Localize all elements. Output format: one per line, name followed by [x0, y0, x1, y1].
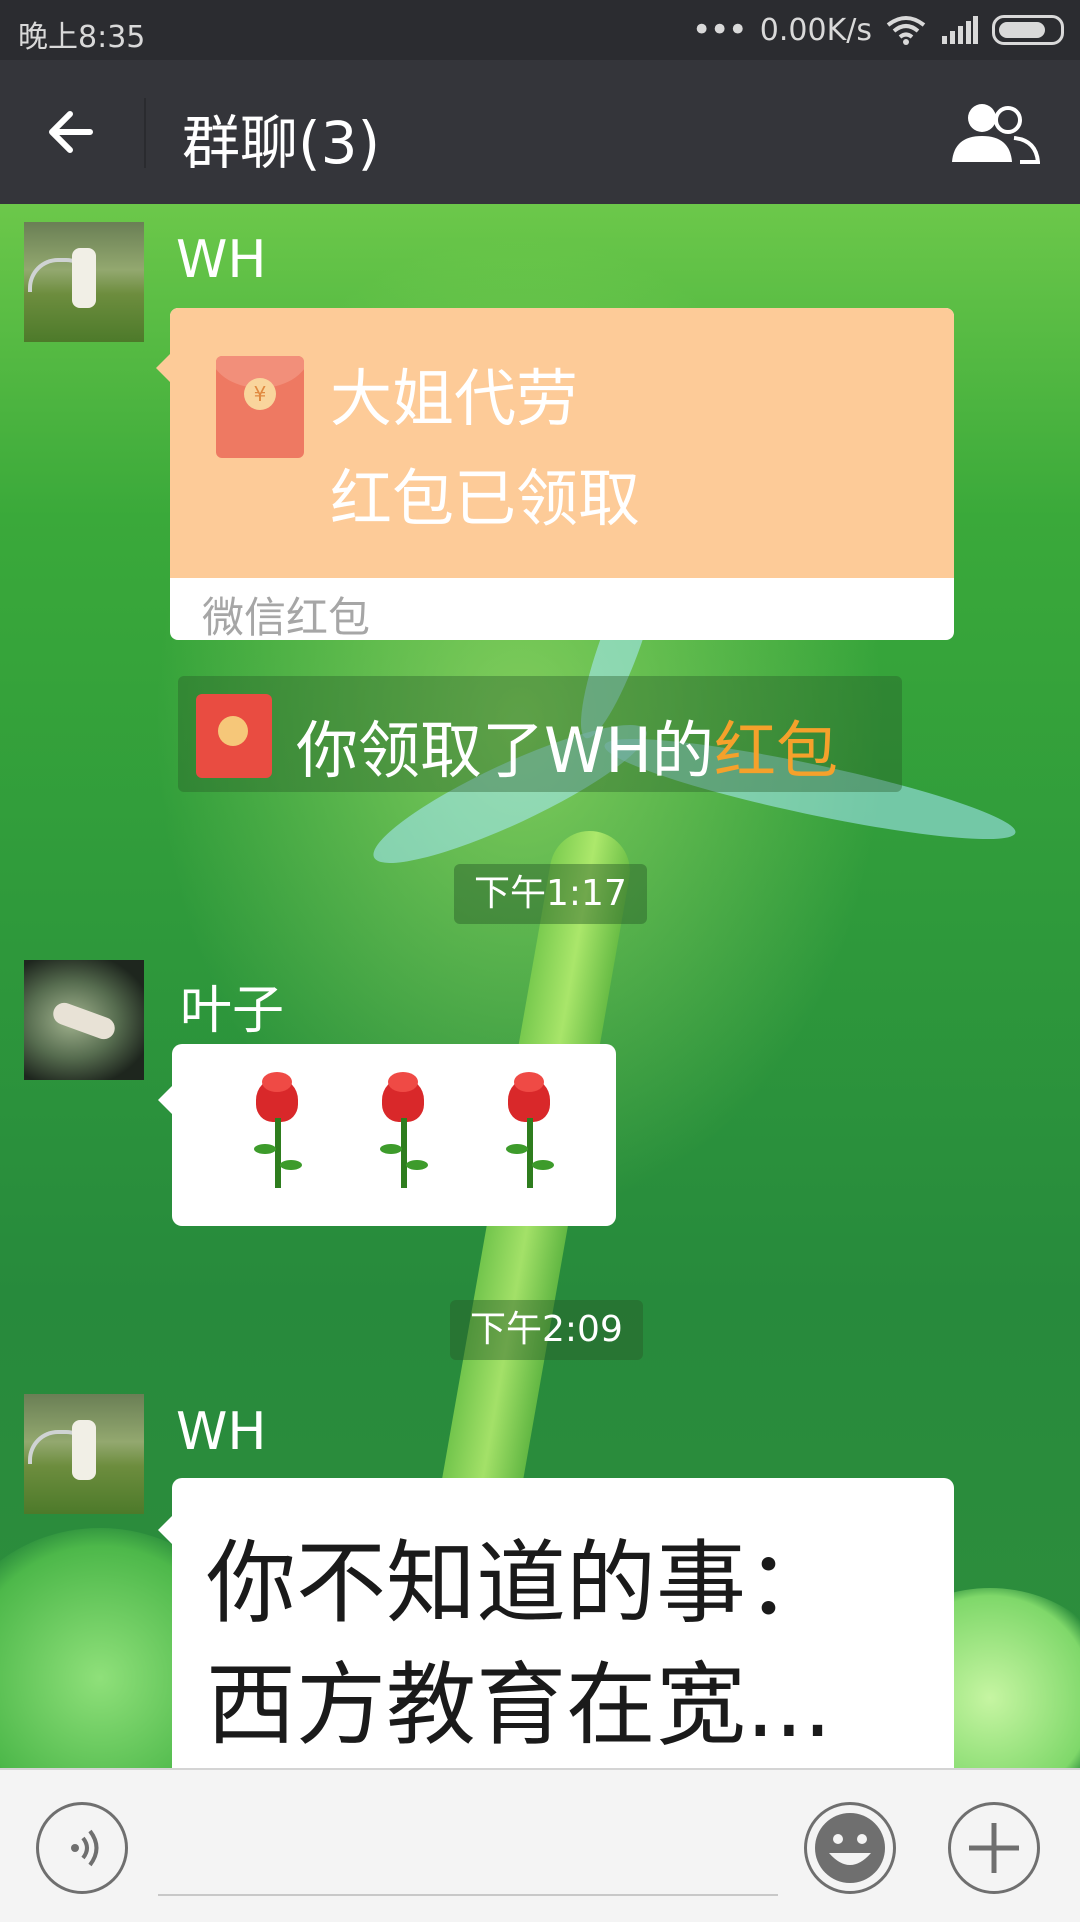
avatar-figure	[72, 248, 96, 308]
bubble-tail	[156, 354, 170, 382]
sender-name: WH	[176, 230, 267, 290]
article-title-line1: 你不知道的事：	[206, 1531, 836, 1636]
message-input[interactable]	[158, 1894, 778, 1896]
red-packet-status: 红包已领取	[330, 462, 641, 535]
signal-icon	[942, 16, 978, 44]
rose-emoji	[368, 1072, 438, 1190]
notice-text: 你领取了WH的	[296, 714, 714, 787]
avatar-figure	[72, 1420, 96, 1480]
more-dots-icon: •••	[691, 10, 748, 50]
avatar-hand	[50, 999, 118, 1043]
plus-icon	[969, 1823, 1019, 1873]
red-packet-icon: ¥	[216, 356, 304, 458]
group-members-icon[interactable]	[948, 100, 1040, 164]
article-message-bubble[interactable]: 你不知道的事： 西方教育在宽...	[172, 1478, 954, 1768]
message-text: 🌹🌹🌹	[172, 1044, 176, 1045]
sender-name: 叶子	[180, 981, 285, 1041]
voice-icon	[71, 1829, 99, 1867]
message-bubble[interactable]: 🌹🌹🌹	[172, 1044, 616, 1226]
voice-button[interactable]	[36, 1802, 128, 1894]
back-arrow-icon[interactable]	[40, 100, 104, 164]
red-packet-footer: 微信红包	[202, 593, 371, 640]
red-packet-coin	[218, 716, 248, 746]
emoji-button[interactable]	[804, 1802, 896, 1894]
status-bar: 晚上8:35 ••• 0.00K/s	[0, 0, 1080, 60]
status-right: ••• 0.00K/s	[692, 10, 1064, 50]
status-time: 晚上8:35	[18, 20, 146, 55]
system-notice: 你领取了WH的红包	[178, 676, 902, 792]
red-packet-message: 大姐代劳	[330, 362, 579, 435]
wifi-icon	[886, 16, 926, 45]
avatar-wh[interactable]	[24, 1394, 144, 1514]
system-notice-text: 你领取了WH的红包	[296, 700, 838, 790]
red-packet-card[interactable]: ¥ 大姐代劳 红包已领取 微信红包	[170, 308, 954, 640]
sender-name: WH	[176, 1402, 267, 1462]
rose-emoji	[494, 1072, 564, 1190]
bubble-tail	[158, 1516, 172, 1544]
red-packet-icon	[196, 694, 272, 778]
rose-emoji	[242, 1072, 312, 1190]
avatar-yezi[interactable]	[24, 960, 144, 1080]
timestamp: 下午2:09	[450, 1300, 643, 1360]
title-bar: 群聊(3)	[0, 60, 1080, 204]
avatar-wh[interactable]	[24, 222, 144, 342]
input-bar	[0, 1768, 1080, 1922]
page-title: 群聊(3)	[182, 109, 381, 177]
chat-area[interactable]: WH ¥ 大姐代劳 红包已领取 微信红包 你领取了WH的红包 下午1:17 叶子…	[0, 204, 1080, 1768]
network-speed: 0.00K/s	[759, 12, 872, 48]
battery-icon	[992, 15, 1064, 45]
notice-red-packet-link[interactable]: 红包	[714, 714, 838, 787]
plus-button[interactable]	[948, 1802, 1040, 1894]
emoji-icon	[815, 1813, 885, 1883]
red-packet-coin: ¥	[244, 378, 276, 410]
title-divider	[144, 98, 146, 168]
bubble-tail	[158, 1086, 172, 1114]
article-title-line2: 西方教育在宽...	[206, 1653, 832, 1758]
timestamp: 下午1:17	[454, 864, 647, 924]
